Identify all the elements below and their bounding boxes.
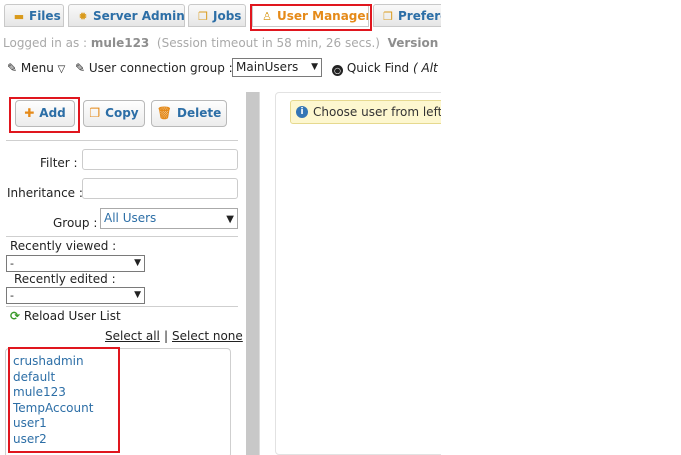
divider — [6, 306, 238, 307]
inheritance-label: Inheritance : — [7, 186, 83, 200]
list-item[interactable]: user2 — [13, 432, 47, 446]
divider — [6, 236, 238, 237]
inheritance-input[interactable] — [82, 178, 238, 199]
list-item[interactable]: default — [13, 370, 55, 384]
wrench-icon: ✎ — [75, 61, 86, 75]
group-select[interactable]: All Users ▼ — [100, 208, 238, 229]
choose-user-notice: i Choose user from left m — [290, 100, 441, 124]
copy-icon: ❐ — [89, 106, 101, 120]
tab-user-manager[interactable]: ♙ User Manager — [252, 4, 369, 27]
select-none-link[interactable]: Select none — [172, 329, 243, 343]
toolbar: ✎ Menu ▽ ✎ User connection group : MainU… — [0, 58, 441, 80]
recently-edited-select[interactable]: - ▼ — [6, 287, 145, 304]
user-details-panel — [275, 92, 441, 455]
recently-viewed-label: Recently viewed : — [10, 239, 117, 253]
link-separator: | — [164, 329, 169, 343]
dropdown-arrow-icon: ▼ — [226, 214, 234, 225]
trash-icon: 🗑 — [156, 106, 172, 120]
divider — [6, 140, 238, 141]
reload-user-list-button[interactable]: ⟳ Reload User List — [10, 309, 121, 323]
info-icon: i — [296, 106, 308, 118]
search-icon: ○ — [332, 65, 343, 76]
list-item[interactable]: mule123 — [13, 385, 66, 399]
list-item[interactable]: user1 — [13, 416, 47, 430]
crushftp-admin-window: ▬ Files ✹ Server Admin ❐ Jobs ♙ User Manager… — [0, 0, 441, 455]
select-all-link[interactable]: Select all — [105, 329, 160, 343]
folder-icon: ▬ — [13, 10, 25, 23]
copy-icon: ❐ — [383, 10, 393, 23]
quick-find-button[interactable]: ○ Quick Find ( Alt — [332, 61, 438, 76]
tab-bar: ▬ Files ✹ Server Admin ❐ Jobs ♙ User Manager… — [0, 0, 441, 32]
session-timeout: (Session timeout in 58 min, 26 secs.) — [156, 36, 380, 50]
chevron-down-icon: ▽ — [57, 64, 66, 75]
list-item[interactable]: TempAccount — [13, 401, 93, 415]
user-icon: ♙ — [262, 10, 272, 23]
tab-server-admin[interactable]: ✹ Server Admin — [68, 4, 185, 27]
copy-icon: ❐ — [198, 10, 208, 23]
filter-label: Filter : — [40, 156, 78, 170]
dropdown-arrow-icon: ▼ — [134, 258, 141, 268]
username: mule123 — [90, 36, 150, 50]
group-label: Group : — [53, 216, 98, 230]
tab-files[interactable]: ▬ Files — [4, 4, 64, 27]
list-item[interactable]: crushadmin — [13, 354, 84, 368]
recently-edited-label: Recently edited : — [14, 272, 116, 286]
login-status: Logged in as : mule123 (Session timeout … — [3, 36, 441, 50]
menu-button[interactable]: ✎ Menu ▽ — [7, 61, 65, 75]
tab-jobs[interactable]: ❐ Jobs — [188, 4, 246, 27]
dropdown-arrow-icon: ▼ — [134, 290, 141, 300]
wrench-icon: ✎ — [7, 61, 18, 75]
plus-icon: ✚ — [24, 106, 35, 120]
recently-viewed-select[interactable]: - ▼ — [6, 255, 145, 272]
delete-user-button[interactable]: 🗑 Delete — [151, 100, 227, 127]
left-panel-scrollbar[interactable] — [246, 92, 259, 455]
connection-group-select[interactable]: MainUsers ▼ — [232, 58, 322, 77]
connection-group-label: ✎ User connection group : — [75, 61, 233, 75]
filter-input[interactable] — [82, 149, 238, 170]
add-user-button[interactable]: ✚ Add — [15, 100, 75, 127]
version: Version 7.3 — [387, 36, 441, 50]
gear-icon: ✹ — [78, 10, 88, 23]
refresh-icon: ⟳ — [10, 309, 21, 323]
dropdown-arrow-icon: ▼ — [311, 62, 318, 72]
copy-user-button[interactable]: ❐ Copy — [83, 100, 145, 127]
tab-preferences[interactable]: ❐Preferer — [373, 4, 441, 27]
